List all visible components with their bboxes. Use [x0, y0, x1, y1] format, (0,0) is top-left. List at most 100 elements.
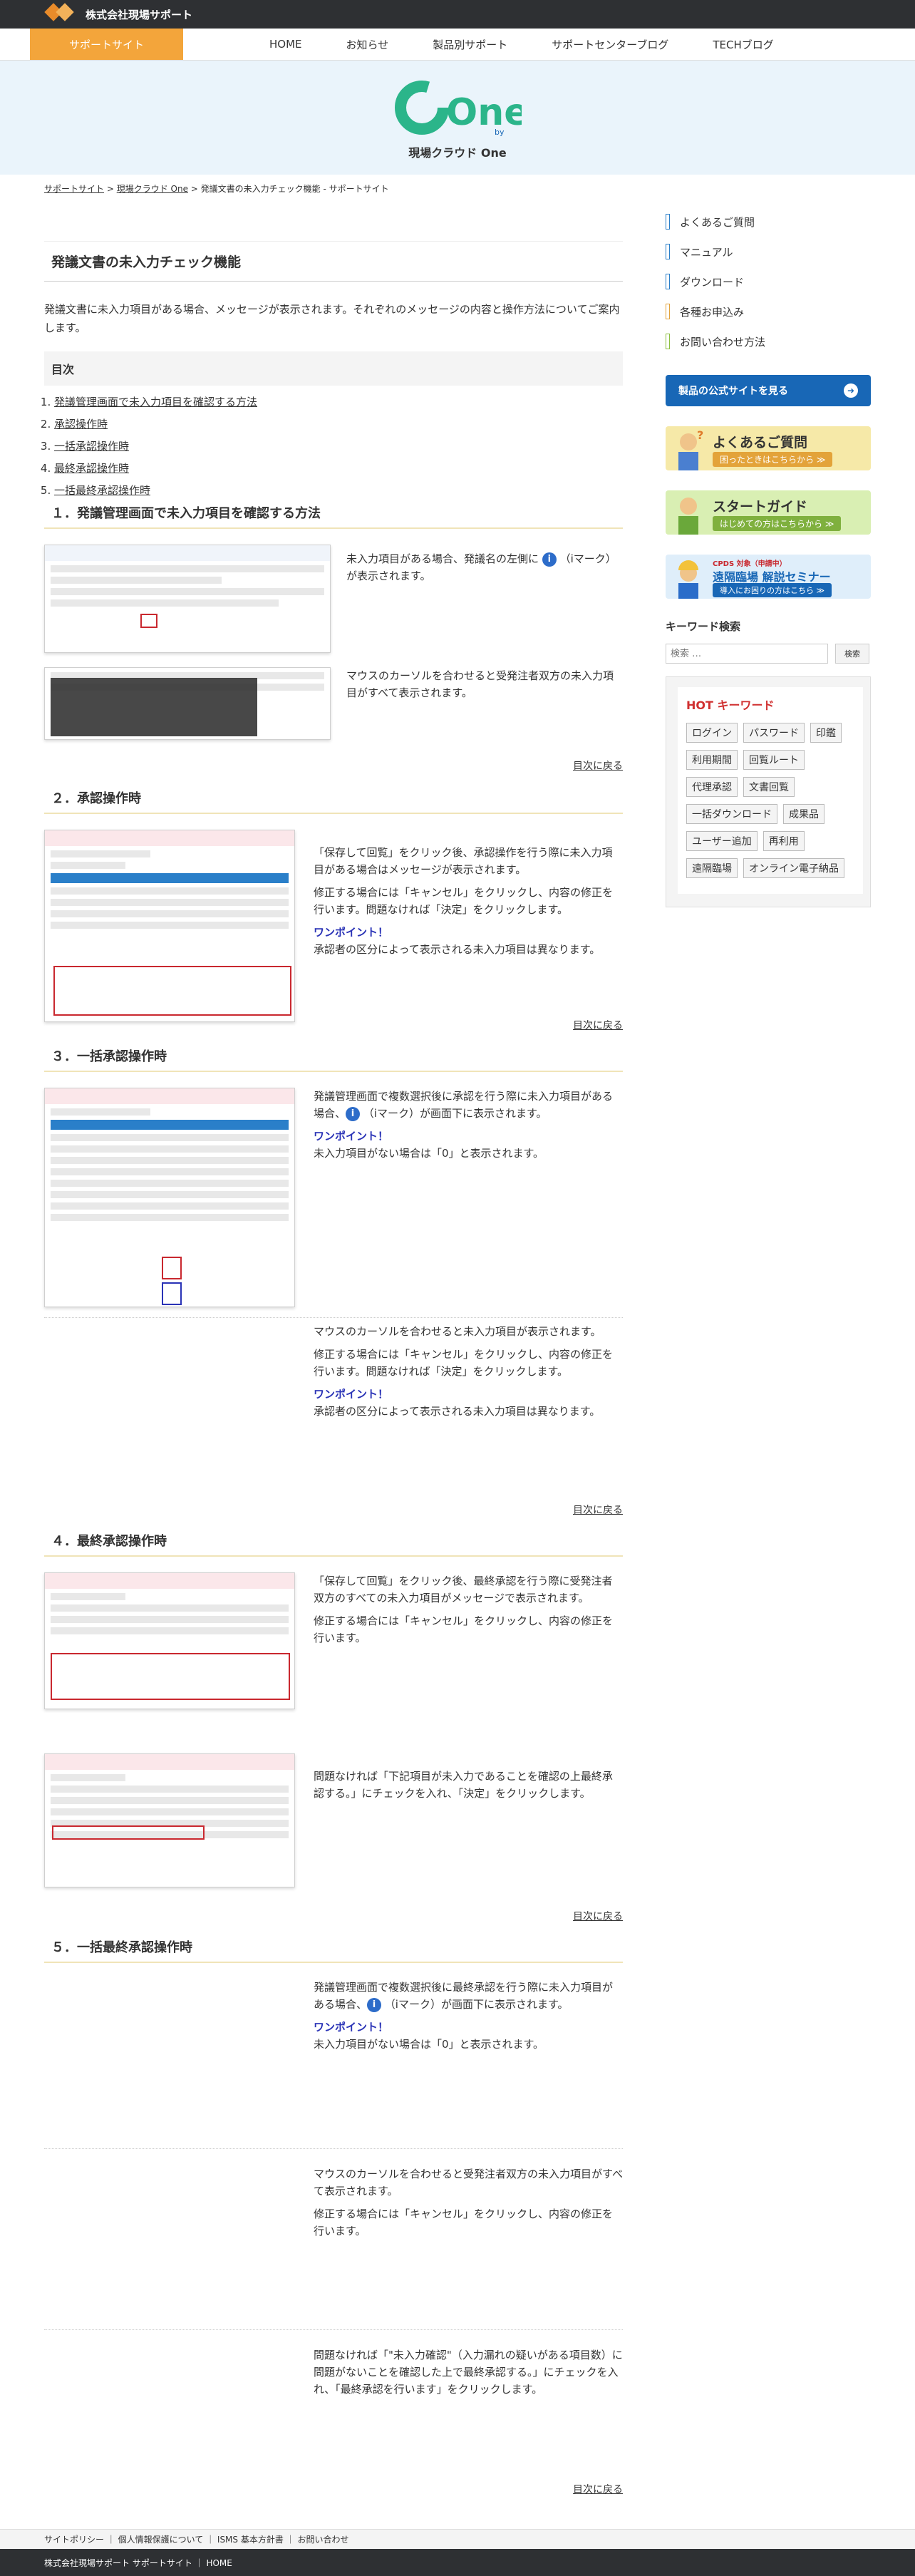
- faq-banner[interactable]: ? よくあるご質問 困ったときはこちらから ≫: [666, 426, 871, 470]
- s4-p2: 修正する場合には「キャンセル」をクリックし、内容の修正を行います。: [314, 1614, 614, 1644]
- section-1-heading: １．発議管理画面で未入力項目を確認する方法: [44, 498, 623, 529]
- seminar-banner[interactable]: CPDS 対象（申請中） 遠隔臨場 解説セミナー 導入にお困りの方はこちら ≫: [666, 555, 871, 599]
- onepoint-label: ワンポイント！: [314, 1130, 389, 1143]
- info-i-icon: i: [346, 1106, 361, 1121]
- sidebar-link-manual[interactable]: マニュアル: [666, 237, 871, 267]
- toc-item: 発議管理画面で未入力項目を確認する方法: [54, 391, 623, 413]
- s4-p1: 「保存して回覧」をクリック後、最終承認を行う際に受発注者双方のすべての未入力項目…: [314, 1575, 613, 1604]
- keyword-tag[interactable]: 一括ダウンロード: [686, 804, 777, 824]
- s2-p2: 修正する場合には「キャンセル」をクリックし、内容の修正を行います。問題なければ「…: [314, 886, 614, 916]
- s3-p4: 修正する場合には「キャンセル」をクリックし、内容の修正を行います。問題なければ「…: [314, 1348, 614, 1378]
- back-to-toc-link[interactable]: 目次に戻る: [573, 758, 623, 773]
- keyword-tag[interactable]: 文書回覧: [743, 777, 795, 797]
- sidebar-link-download[interactable]: ダウンロード: [666, 267, 871, 297]
- s3-p2: 未入力項目がない場合は「0」と表示されます。: [314, 1147, 544, 1160]
- breadcrumb-home[interactable]: サポートサイト: [44, 184, 104, 194]
- keyword-tag[interactable]: 利用期間: [686, 750, 738, 770]
- keyword-tag[interactable]: 再利用: [762, 831, 805, 851]
- breadcrumb-product[interactable]: 現場クラウド One: [117, 184, 188, 194]
- start-guide-banner[interactable]: スタートガイド はじめての方はこちらから ≫: [666, 490, 871, 535]
- company-name[interactable]: 株式会社現場サポート: [86, 7, 192, 22]
- back-to-toc-link[interactable]: 目次に戻る: [573, 1909, 623, 1923]
- search-input[interactable]: [666, 644, 828, 664]
- nav-tech-blog[interactable]: TECHブログ: [691, 29, 795, 60]
- s5-p2: 未入力項目がない場合は「0」と表示されます。: [314, 2038, 544, 2051]
- sidebar-link-faq[interactable]: よくあるご質問: [666, 207, 871, 237]
- table-of-contents: 目次 発議管理画面で未入力項目を確認する方法 承認操作時 一括承認操作時 最終承…: [44, 351, 623, 502]
- nav-support-blog[interactable]: サポートセンターブログ: [529, 29, 691, 60]
- back-to-toc-link[interactable]: 目次に戻る: [573, 1503, 623, 1517]
- back-to-toc-link[interactable]: 目次に戻る: [573, 2482, 623, 2496]
- s2-p3: 承認者の区分によって表示される未入力項目は異なります。: [314, 943, 601, 956]
- s4-p3: 問題なければ「下記項目が未入力であることを確認の上最終承認する。」にチェックを入…: [314, 1770, 613, 1800]
- keyword-tag[interactable]: ユーザー追加: [686, 831, 758, 851]
- screenshot-image: [44, 830, 295, 1022]
- nav-news[interactable]: お知らせ: [324, 29, 411, 60]
- screenshot-image: [44, 1753, 295, 1887]
- section-4-heading: ４．最終承認操作時: [44, 1525, 623, 1557]
- toc-link-4[interactable]: 最終承認操作時: [54, 462, 129, 475]
- keyword-tag[interactable]: パスワード: [743, 723, 805, 743]
- section-2-heading: ２．承認操作時: [44, 783, 623, 814]
- section-5-text-2: マウスのカーソルを合わせると受発注者双方の未入力項目がすべて表示されます。 修正…: [314, 2165, 623, 2245]
- nav-product-support[interactable]: 製品別サポート: [410, 29, 529, 60]
- search-button[interactable]: 検索: [835, 644, 869, 664]
- toc-link-5[interactable]: 一括最終承認操作時: [54, 484, 150, 497]
- question-person-icon: ?: [678, 428, 703, 470]
- screenshot-image: [44, 1572, 295, 1709]
- s3-p5: 承認者の区分によって表示される未入力項目は異なります。: [314, 1405, 601, 1418]
- onepoint-label: ワンポイント！: [314, 926, 389, 939]
- breadcrumb-sep: >: [104, 184, 117, 194]
- divider: [44, 2329, 623, 2330]
- banner-subtitle: 導入にお困りの方はこちら ≫: [713, 583, 832, 597]
- keyword-tag[interactable]: 遠隔臨場: [686, 858, 738, 878]
- section-5-text-1: 発議管理画面で複数選択後に最終承認を行う際に未入力項目がある場合、 i （iマーク…: [314, 1979, 623, 2053]
- s5-p5: 問題なければ「"未入力確認"（入力漏れの疑いがある項目数）に問題がないことを確認…: [314, 2349, 623, 2396]
- nav-home[interactable]: HOME: [247, 29, 324, 60]
- section-3-text-1: 発議管理画面で複数選択後に承認を行う際に未入力項目がある場合、 i （iマーク）が…: [314, 1088, 623, 1162]
- keyword-tag[interactable]: オンライン電子納品: [743, 858, 844, 878]
- info-i-icon: i: [542, 552, 557, 567]
- guide-person-icon: [678, 498, 698, 535]
- banner-title: スタートガイド: [713, 499, 808, 515]
- banner-subtitle: はじめての方はこちらから ≫: [713, 516, 842, 531]
- hero-title: 現場クラウド One: [408, 146, 507, 160]
- toc-link-2[interactable]: 承認操作時: [54, 418, 108, 431]
- link-bar-icon: [666, 304, 670, 319]
- keyword-tag[interactable]: 代理承認: [686, 777, 738, 797]
- nav-support-site[interactable]: サポートサイト: [30, 29, 183, 60]
- sidebar-link-label: お問い合わせ方法: [680, 335, 766, 349]
- keyword-tag[interactable]: 回覧ルート: [743, 750, 805, 770]
- s5-p3: マウスのカーソルを合わせると受発注者双方の未入力項目がすべて表示されます。: [314, 2168, 623, 2198]
- toc-title: 目次: [44, 351, 623, 386]
- sidebar-link-apply[interactable]: 各種お申込み: [666, 297, 871, 326]
- back-to-toc-link[interactable]: 目次に戻る: [573, 1018, 623, 1032]
- screenshot-image: [44, 545, 331, 653]
- official-site-label: 製品の公式サイトを見る: [678, 386, 788, 397]
- toc-item: 承認操作時: [54, 413, 623, 436]
- keyword-search-label: キーワード検索: [666, 620, 741, 633]
- toc-item: 一括承認操作時: [54, 436, 623, 458]
- section-2-text: 「保存して回覧」をクリック後、承認操作を行う際に未入力項目がある場合はメッセージ…: [314, 844, 623, 958]
- product-hero: One by 現場クラウド One: [0, 61, 915, 175]
- footer-links[interactable]: サイトポリシー ｜ 個人情報保護について ｜ ISMS 基本方針書 ｜ お問い合…: [0, 2529, 915, 2549]
- keyword-tag[interactable]: ログイン: [686, 723, 738, 743]
- breadcrumb: サポートサイト > 現場クラウド One > 発議文書の未入力チェック機能 - …: [44, 182, 389, 195]
- toc-link-3[interactable]: 一括承認操作時: [54, 440, 129, 453]
- s5-p1b: が画面下に表示されます。: [440, 1998, 569, 2011]
- hot-keywords-box: HOT キーワード ログイン パスワード 印鑑 利用期間 回覧ルート 代理承認 …: [666, 676, 871, 907]
- sidebar-link-contact[interactable]: お問い合わせ方法: [666, 326, 871, 356]
- link-bar-icon: [666, 214, 670, 230]
- keyword-tag[interactable]: 成果品: [783, 804, 824, 824]
- company-logo-icon[interactable]: [44, 3, 80, 26]
- banner-tag: CPDS 対象（申請中）: [713, 560, 787, 568]
- main-nav: サポートサイト HOME お知らせ 製品別サポート サポートセンターブログ TE…: [0, 29, 915, 61]
- keyword-tag[interactable]: 印鑑: [810, 723, 842, 743]
- official-site-button[interactable]: 製品の公式サイトを見る ➜: [666, 375, 871, 406]
- screenshot-image: [44, 1088, 295, 1307]
- sidebar-link-label: 各種お申込み: [680, 305, 745, 319]
- toc-link-1[interactable]: 発議管理画面で未入力項目を確認する方法: [54, 396, 257, 408]
- sidebar-link-label: ダウンロード: [680, 275, 745, 289]
- top-bar: 株式会社現場サポート: [0, 0, 915, 29]
- section-3-heading: ３．一括承認操作時: [44, 1041, 623, 1072]
